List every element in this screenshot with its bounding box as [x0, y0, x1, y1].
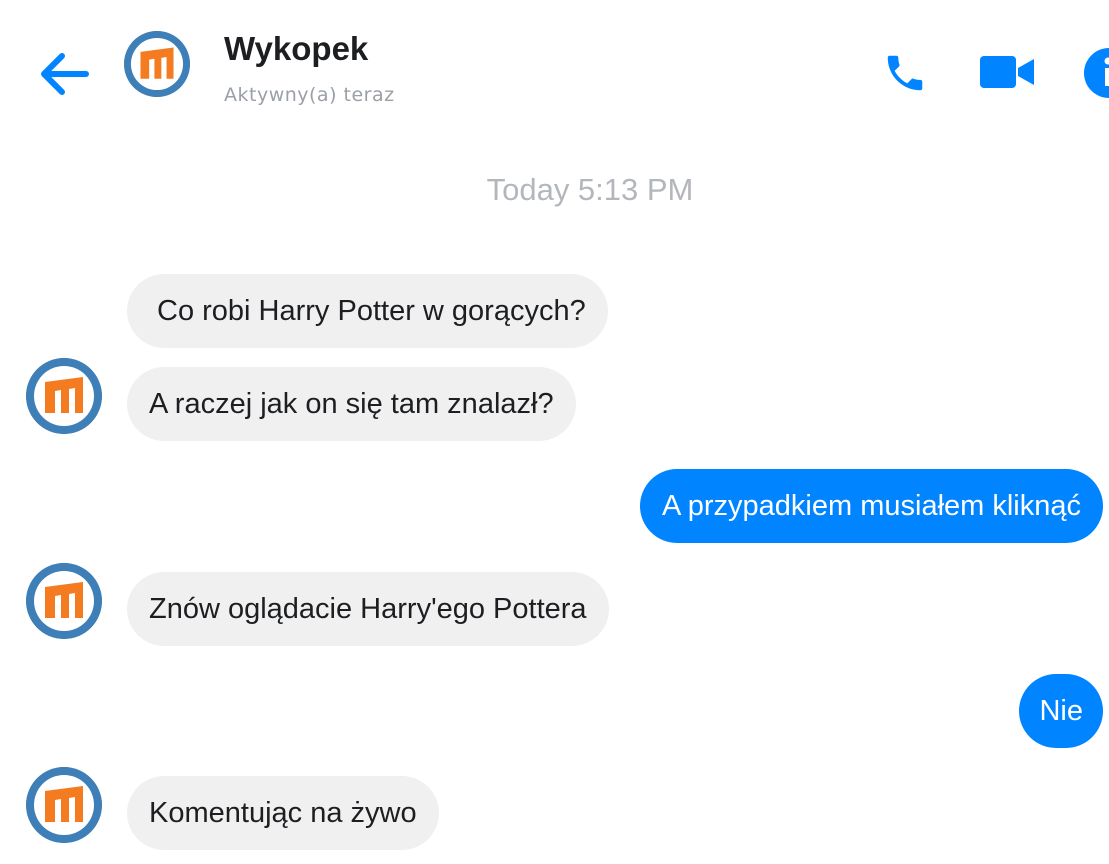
message-bubble-outgoing[interactable]: A przypadkiem musiałem kliknąć: [639, 469, 1103, 543]
wykop-logo-icon: [124, 31, 190, 97]
contact-avatar[interactable]: [124, 31, 190, 97]
sender-avatar[interactable]: [26, 767, 102, 843]
message-bubble-incoming[interactable]: Komentując na żywo: [127, 776, 439, 850]
conversation-timestamp: Today 5:13 PM: [486, 172, 694, 207]
wykop-logo-icon: [26, 358, 102, 434]
active-status: Aktywny(a) teraz: [224, 84, 395, 106]
call-button[interactable]: [880, 50, 930, 101]
back-button[interactable]: [34, 44, 94, 104]
conversation-header: Wykopek Aktywny(a) teraz: [0, 0, 1109, 140]
wykop-logo-icon: [26, 563, 102, 639]
sender-avatar[interactable]: [26, 563, 102, 639]
arrow-left-icon: [41, 53, 89, 95]
video-camera-icon: [980, 56, 1034, 88]
video-call-button[interactable]: [980, 54, 1036, 95]
message-bubble-incoming[interactable]: A raczej jak on się tam znalazł?: [127, 367, 576, 441]
info-button[interactable]: [1084, 48, 1109, 103]
contact-name[interactable]: Wykopek: [224, 30, 368, 68]
message-bubble-incoming[interactable]: Co robi Harry Potter w gorących?: [127, 274, 608, 348]
message-bubble-outgoing[interactable]: Nie: [1019, 674, 1103, 748]
message-bubble-incoming[interactable]: Znów oglądacie Harry'ego Pottera: [127, 572, 609, 646]
info-icon: [1084, 48, 1109, 98]
wykop-logo-icon: [26, 767, 102, 843]
sender-avatar[interactable]: [26, 358, 102, 434]
phone-icon: [887, 55, 923, 91]
